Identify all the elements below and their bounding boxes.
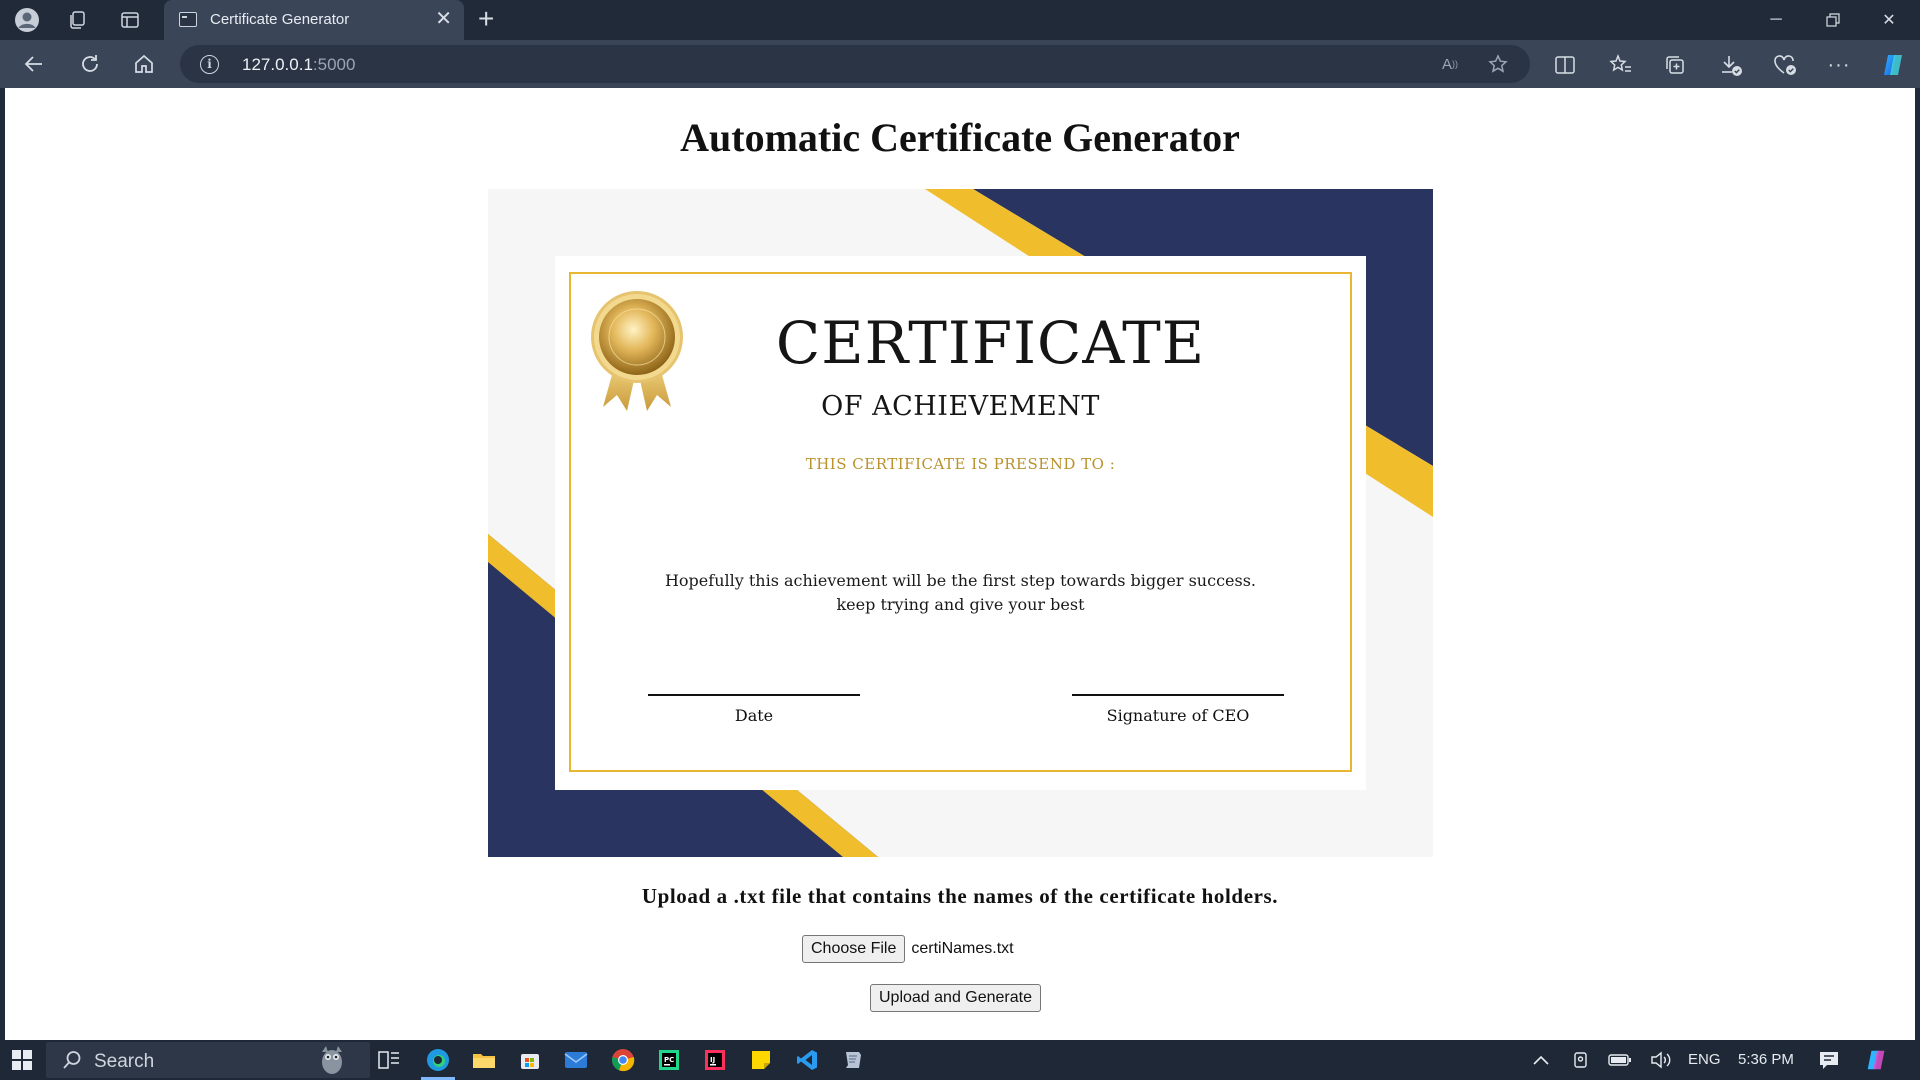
vertical-tabs-icon[interactable] (116, 6, 144, 34)
date-label: Date (734, 706, 774, 725)
close-window-icon[interactable]: ✕ (1866, 6, 1912, 34)
signature-line (1072, 694, 1284, 696)
taskbar-search[interactable]: Search (46, 1042, 370, 1078)
clock[interactable]: 5:36 PM (1738, 1051, 1794, 1068)
language-indicator[interactable]: ENG (1688, 1051, 1721, 1068)
show-hidden-icons-icon[interactable] (1528, 1048, 1554, 1072)
favorite-star-icon[interactable] (1486, 53, 1510, 75)
message-line-2: keep trying and give your best (836, 595, 1085, 614)
app-shortcut-icon[interactable] (840, 1048, 866, 1072)
collections-icon[interactable] (1660, 50, 1690, 80)
restore-icon[interactable] (1810, 6, 1856, 34)
certificate-message: Hopefully this achievement will be the f… (555, 569, 1366, 617)
search-label: Search (94, 1051, 155, 1072)
profile-avatar-icon[interactable] (13, 6, 41, 34)
upload-instructions: Upload a .txt file that contains the nam… (641, 884, 1279, 908)
page-viewport: Automatic Certificate Generator CERTIFIC… (5, 88, 1915, 1040)
copilot-taskbar-icon[interactable] (1864, 1048, 1890, 1072)
tab-close-icon[interactable]: ✕ (435, 8, 452, 30)
certificate-card: CERTIFICATE OF ACHIEVEMENT THIS CERTIFIC… (555, 256, 1366, 790)
pycharm-icon[interactable]: PC (656, 1048, 682, 1072)
site-info-icon[interactable]: i (200, 55, 219, 74)
tab-certificate-generator[interactable]: Certificate Generator ✕ (164, 0, 464, 40)
file-explorer-icon[interactable] (471, 1048, 497, 1072)
battery-icon[interactable] (1607, 1048, 1633, 1072)
date-line (648, 694, 860, 696)
copilot-icon[interactable] (1878, 50, 1908, 80)
split-screen-icon[interactable] (1550, 50, 1580, 80)
minimize-icon[interactable]: ─ (1753, 6, 1799, 34)
tab-title: Certificate Generator (210, 11, 350, 28)
task-view-icon[interactable] (376, 1048, 402, 1072)
url-text[interactable]: 127.0.0.1:5000 (242, 55, 355, 75)
terminal-favicon-icon (179, 12, 197, 27)
selected-file-name: certiNames.txt (911, 940, 1014, 957)
workspaces-icon[interactable] (63, 6, 91, 34)
new-tab-icon[interactable]: + (478, 4, 494, 34)
sticky-notes-icon[interactable] (748, 1048, 774, 1072)
meet-now-icon[interactable] (1568, 1048, 1594, 1072)
volume-icon[interactable] (1648, 1048, 1674, 1072)
chrome-icon[interactable] (610, 1048, 636, 1072)
message-line-1: Hopefully this achievement will be the f… (664, 571, 1257, 590)
store-icon[interactable] (517, 1048, 543, 1072)
choose-file-button[interactable]: Choose File (802, 935, 906, 963)
notifications-icon[interactable] (1816, 1048, 1842, 1072)
mail-icon[interactable] (563, 1048, 589, 1072)
edge-taskbar-icon[interactable] (425, 1048, 451, 1072)
favorites-icon[interactable] (1606, 50, 1636, 80)
svg-text:IJ: IJ (710, 1056, 715, 1064)
browser-essentials-icon[interactable] (1770, 50, 1800, 80)
taskbar: Search PC IJ ENG 5:36 PM (0, 1040, 1920, 1080)
certificate-heading: CERTIFICATE (775, 309, 1206, 377)
page-title: Automatic Certificate Generator (680, 115, 1240, 160)
signature-label: Signature of CEO (1106, 706, 1250, 725)
certificate-preview: CERTIFICATE OF ACHIEVEMENT THIS CERTIFIC… (488, 189, 1433, 857)
vscode-icon[interactable] (794, 1048, 820, 1072)
start-windows-icon[interactable] (9, 1048, 35, 1072)
downloads-icon[interactable] (1716, 50, 1746, 80)
read-aloud-icon[interactable]: A)) (1438, 53, 1462, 75)
svg-text:PC: PC (664, 1056, 674, 1064)
title-bar: Certificate Generator ✕ + ─ ✕ (0, 0, 1920, 40)
reload-icon[interactable] (72, 48, 108, 80)
upload-and-generate-button[interactable]: Upload and Generate (870, 984, 1041, 1012)
intellij-icon[interactable]: IJ (702, 1048, 728, 1072)
search-icon (63, 1051, 81, 1069)
address-bar[interactable]: i 127.0.0.1:5000 A)) (180, 45, 1530, 83)
search-highlight-icon (322, 1046, 342, 1074)
address-toolbar: i 127.0.0.1:5000 A)) ··· (0, 40, 1920, 88)
back-icon[interactable] (16, 48, 52, 80)
presented-to-label: THIS CERTIFICATE IS PRESEND TO : (805, 455, 1116, 473)
certificate-subheading: OF ACHIEVEMENT (821, 391, 1100, 422)
more-menu-icon[interactable]: ··· (1824, 50, 1854, 80)
home-icon[interactable] (126, 48, 162, 80)
file-input[interactable]: Choose File certiNames.txt (802, 935, 1014, 963)
